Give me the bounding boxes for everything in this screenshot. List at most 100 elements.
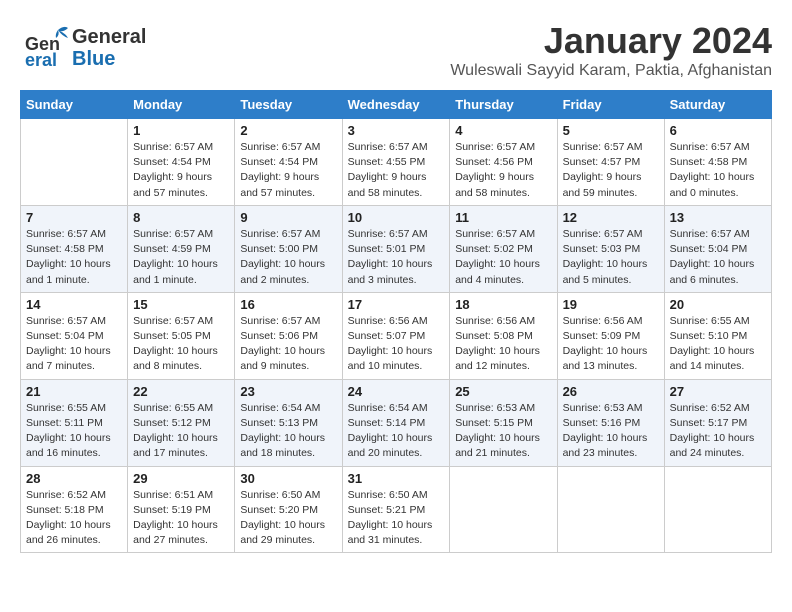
day-info: Sunrise: 6:57 AMSunset: 4:55 PMDaylight:… bbox=[348, 140, 445, 201]
day-number: 14 bbox=[26, 297, 122, 312]
header-wednesday: Wednesday bbox=[342, 91, 450, 119]
day-info: Sunrise: 6:57 AMSunset: 4:58 PMDaylight:… bbox=[670, 140, 766, 201]
day-info: Sunrise: 6:55 AMSunset: 5:10 PMDaylight:… bbox=[670, 314, 766, 375]
day-cell: 14 Sunrise: 6:57 AMSunset: 5:04 PMDayligh… bbox=[21, 292, 128, 379]
page-header: Gen eral General Blue January 2024 Wules… bbox=[20, 20, 772, 80]
day-cell: 17 Sunrise: 6:56 AMSunset: 5:07 PMDayligh… bbox=[342, 292, 450, 379]
day-cell: 22Sunrise: 6:55 AMSunset: 5:12 PMDayligh… bbox=[128, 379, 235, 466]
day-info: Sunrise: 6:57 AMSunset: 4:59 PMDaylight:… bbox=[133, 227, 229, 288]
day-cell: 31 Sunrise: 6:50 AMSunset: 5:21 PMDayligh… bbox=[342, 466, 450, 553]
day-cell: 28Sunrise: 6:52 AMSunset: 5:18 PMDayligh… bbox=[21, 466, 128, 553]
day-cell: 12 Sunrise: 6:57 AMSunset: 5:03 PMDayligh… bbox=[557, 205, 664, 292]
day-number: 31 bbox=[348, 471, 445, 486]
day-info: Sunrise: 6:57 AMSunset: 5:01 PMDaylight:… bbox=[348, 227, 445, 288]
day-number: 27 bbox=[670, 384, 766, 399]
logo-general: General bbox=[72, 26, 146, 48]
svg-text:eral: eral bbox=[25, 50, 57, 70]
week-row-4: 21Sunrise: 6:55 AMSunset: 5:11 PMDayligh… bbox=[21, 379, 772, 466]
calendar-table: SundayMondayTuesdayWednesdayThursdayFrid… bbox=[20, 90, 772, 553]
day-cell: 20 Sunrise: 6:55 AMSunset: 5:10 PMDayligh… bbox=[664, 292, 771, 379]
day-cell: 2 Sunrise: 6:57 AMSunset: 4:54 PMDaylight… bbox=[235, 119, 342, 206]
day-info: Sunrise: 6:57 AMSunset: 4:57 PMDaylight:… bbox=[563, 140, 659, 201]
week-row-2: 7Sunrise: 6:57 AMSunset: 4:58 PMDaylight… bbox=[21, 205, 772, 292]
day-info: Sunrise: 6:57 AMSunset: 4:54 PMDaylight:… bbox=[240, 140, 336, 201]
day-number: 17 bbox=[348, 297, 445, 312]
day-info: Sunrise: 6:53 AMSunset: 5:16 PMDaylight:… bbox=[563, 401, 659, 462]
header-thursday: Thursday bbox=[450, 91, 557, 119]
day-cell: 10 Sunrise: 6:57 AMSunset: 5:01 PMDayligh… bbox=[342, 205, 450, 292]
day-number: 29 bbox=[133, 471, 229, 486]
header-tuesday: Tuesday bbox=[235, 91, 342, 119]
day-info: Sunrise: 6:57 AMSunset: 5:04 PMDaylight:… bbox=[670, 227, 766, 288]
day-cell bbox=[450, 466, 557, 553]
day-info: Sunrise: 6:55 AMSunset: 5:11 PMDaylight:… bbox=[26, 401, 122, 462]
week-row-5: 28Sunrise: 6:52 AMSunset: 5:18 PMDayligh… bbox=[21, 466, 772, 553]
day-cell: 16 Sunrise: 6:57 AMSunset: 5:06 PMDayligh… bbox=[235, 292, 342, 379]
day-info: Sunrise: 6:53 AMSunset: 5:15 PMDaylight:… bbox=[455, 401, 551, 462]
day-number: 9 bbox=[240, 210, 336, 225]
day-cell: 9 Sunrise: 6:57 AMSunset: 5:00 PMDaylight… bbox=[235, 205, 342, 292]
day-cell bbox=[557, 466, 664, 553]
day-info: Sunrise: 6:56 AMSunset: 5:08 PMDaylight:… bbox=[455, 314, 551, 375]
day-number: 4 bbox=[455, 123, 551, 138]
day-number: 1 bbox=[133, 123, 229, 138]
day-info: Sunrise: 6:54 AMSunset: 5:13 PMDaylight:… bbox=[240, 401, 336, 462]
day-info: Sunrise: 6:57 AMSunset: 4:56 PMDaylight:… bbox=[455, 140, 551, 201]
day-info: Sunrise: 6:51 AMSunset: 5:19 PMDaylight:… bbox=[133, 488, 229, 549]
day-cell: 7Sunrise: 6:57 AMSunset: 4:58 PMDaylight… bbox=[21, 205, 128, 292]
day-cell: 30Sunrise: 6:50 AMSunset: 5:20 PMDayligh… bbox=[235, 466, 342, 553]
day-cell: 27Sunrise: 6:52 AMSunset: 5:17 PMDayligh… bbox=[664, 379, 771, 466]
day-cell: 15Sunrise: 6:57 AMSunset: 5:05 PMDayligh… bbox=[128, 292, 235, 379]
day-cell: 5 Sunrise: 6:57 AMSunset: 4:57 PMDaylight… bbox=[557, 119, 664, 206]
day-cell: 6Sunrise: 6:57 AMSunset: 4:58 PMDaylight… bbox=[664, 119, 771, 206]
day-cell: 13 Sunrise: 6:57 AMSunset: 5:04 PMDayligh… bbox=[664, 205, 771, 292]
day-number: 8 bbox=[133, 210, 229, 225]
day-info: Sunrise: 6:57 AMSunset: 5:04 PMDaylight:… bbox=[26, 314, 122, 375]
day-info: Sunrise: 6:57 AMSunset: 4:58 PMDaylight:… bbox=[26, 227, 122, 288]
month-title: January 2024 bbox=[450, 20, 772, 62]
day-number: 20 bbox=[670, 297, 766, 312]
day-info: Sunrise: 6:50 AMSunset: 5:21 PMDaylight:… bbox=[348, 488, 445, 549]
header-monday: Monday bbox=[128, 91, 235, 119]
day-info: Sunrise: 6:57 AMSunset: 5:00 PMDaylight:… bbox=[240, 227, 336, 288]
day-number: 16 bbox=[240, 297, 336, 312]
location-subtitle: Wuleswali Sayyid Karam, Paktia, Afghanis… bbox=[450, 62, 772, 80]
header-saturday: Saturday bbox=[664, 91, 771, 119]
day-number: 23 bbox=[240, 384, 336, 399]
day-number: 10 bbox=[348, 210, 445, 225]
day-number: 25 bbox=[455, 384, 551, 399]
day-cell: 11 Sunrise: 6:57 AMSunset: 5:02 PMDayligh… bbox=[450, 205, 557, 292]
day-info: Sunrise: 6:56 AMSunset: 5:07 PMDaylight:… bbox=[348, 314, 445, 375]
day-cell: 29 Sunrise: 6:51 AMSunset: 5:19 PMDayligh… bbox=[128, 466, 235, 553]
day-cell: 23 Sunrise: 6:54 AMSunset: 5:13 PMDayligh… bbox=[235, 379, 342, 466]
day-cell: 4 Sunrise: 6:57 AMSunset: 4:56 PMDaylight… bbox=[450, 119, 557, 206]
day-cell: 24Sunrise: 6:54 AMSunset: 5:14 PMDayligh… bbox=[342, 379, 450, 466]
day-cell: 3Sunrise: 6:57 AMSunset: 4:55 PMDaylight… bbox=[342, 119, 450, 206]
header-row: SundayMondayTuesdayWednesdayThursdayFrid… bbox=[21, 91, 772, 119]
day-number: 2 bbox=[240, 123, 336, 138]
day-number: 26 bbox=[563, 384, 659, 399]
week-row-3: 14 Sunrise: 6:57 AMSunset: 5:04 PMDayligh… bbox=[21, 292, 772, 379]
day-info: Sunrise: 6:57 AMSunset: 5:06 PMDaylight:… bbox=[240, 314, 336, 375]
day-cell: 18Sunrise: 6:56 AMSunset: 5:08 PMDayligh… bbox=[450, 292, 557, 379]
day-number: 15 bbox=[133, 297, 229, 312]
day-info: Sunrise: 6:56 AMSunset: 5:09 PMDaylight:… bbox=[563, 314, 659, 375]
day-number: 13 bbox=[670, 210, 766, 225]
day-number: 28 bbox=[26, 471, 122, 486]
day-cell: 25 Sunrise: 6:53 AMSunset: 5:15 PMDayligh… bbox=[450, 379, 557, 466]
day-number: 12 bbox=[563, 210, 659, 225]
day-number: 11 bbox=[455, 210, 551, 225]
logo: Gen eral General Blue bbox=[20, 20, 146, 75]
day-info: Sunrise: 6:55 AMSunset: 5:12 PMDaylight:… bbox=[133, 401, 229, 462]
day-info: Sunrise: 6:57 AMSunset: 5:02 PMDaylight:… bbox=[455, 227, 551, 288]
day-number: 5 bbox=[563, 123, 659, 138]
day-cell: 21Sunrise: 6:55 AMSunset: 5:11 PMDayligh… bbox=[21, 379, 128, 466]
day-cell: 26 Sunrise: 6:53 AMSunset: 5:16 PMDayligh… bbox=[557, 379, 664, 466]
title-block: January 2024 Wuleswali Sayyid Karam, Pak… bbox=[450, 20, 772, 80]
day-cell bbox=[21, 119, 128, 206]
logo-icon: Gen eral bbox=[20, 20, 70, 70]
day-cell: 1Sunrise: 6:57 AMSunset: 4:54 PMDaylight… bbox=[128, 119, 235, 206]
header-friday: Friday bbox=[557, 91, 664, 119]
day-info: Sunrise: 6:57 AMSunset: 5:03 PMDaylight:… bbox=[563, 227, 659, 288]
logo-blue: Blue bbox=[72, 48, 146, 70]
